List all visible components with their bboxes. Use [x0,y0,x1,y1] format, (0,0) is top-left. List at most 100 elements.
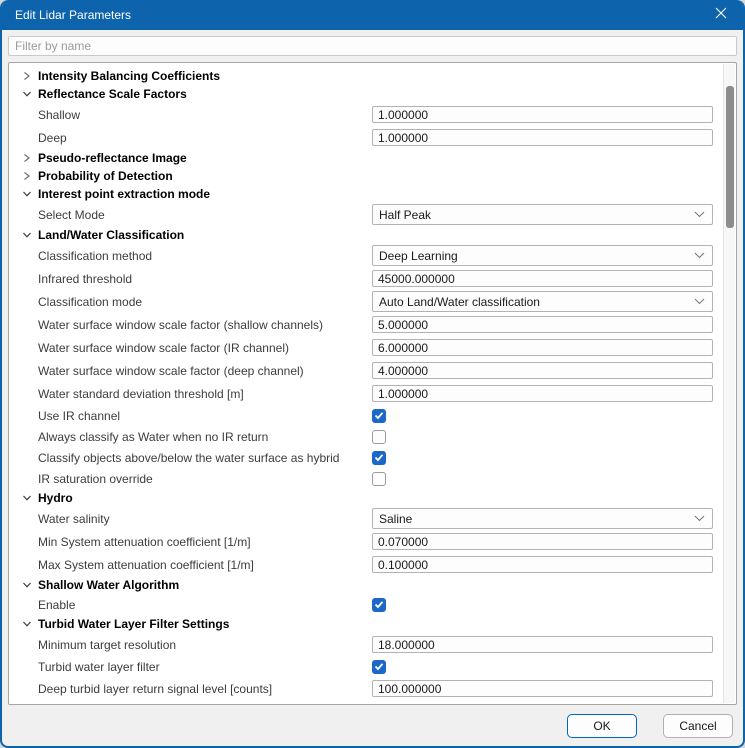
checkbox-checked[interactable] [372,451,386,465]
parameter-row: Water standard deviation threshold [m] [9,382,722,405]
parameter-label: Water surface window scale factor (IR ch… [38,341,289,355]
checkmark-icon [374,411,384,420]
value-input[interactable] [372,680,713,697]
dropdown-select[interactable]: Half Peak [372,204,713,225]
parameter-row: Use IR channel [9,405,722,426]
parameter-row: Select ModeHalf Peak [9,203,722,226]
group-row: Turbid Water Layer Filter Settings [9,615,722,633]
parameter-row: Water salinity Saline [9,507,722,530]
parameter-label: Water surface window scale factor (deep … [38,364,304,378]
close-icon [715,6,727,24]
group-label: Pseudo-reflectance Image [38,151,187,165]
chevron-right-icon[interactable] [20,171,34,181]
group-row: Hydro [9,489,722,507]
parameter-control [372,472,713,486]
checkbox-checked[interactable] [372,660,386,674]
dropdown-selected-value: Saline [379,512,694,526]
value-input[interactable] [372,129,713,146]
value-input[interactable] [372,362,713,379]
parameter-row: Minimum target resolution [9,633,722,656]
chevron-down-icon[interactable] [20,231,34,239]
chevron-right-icon[interactable] [20,153,34,163]
parameter-label: Classification mode [38,295,142,309]
parameter-label: Use IR channel [38,409,120,423]
vertical-scrollbar[interactable] [723,64,735,703]
value-input[interactable] [372,339,713,356]
group-label: Turbid Water Layer Filter Settings [38,617,229,631]
parameter-row: Deep [9,126,722,149]
group-row: Probability of Detection [9,167,722,185]
chevron-down-icon[interactable] [20,90,34,98]
parameter-label: Classify objects above/below the water s… [38,451,339,465]
parameters-panel: Intensity Balancing CoefficientsReflecta… [8,62,737,705]
parameter-label: Water surface window scale factor (shall… [38,318,323,332]
chevron-right-icon[interactable] [20,71,34,81]
parameter-label: Min System attenuation coefficient [1/m] [38,535,251,549]
parameter-rows: Intensity Balancing CoefficientsReflecta… [9,67,736,700]
group-label: Shallow Water Algorithm [38,578,179,592]
chevron-down-icon[interactable] [20,620,34,628]
parameter-label: Always classify as Water when no IR retu… [38,430,268,444]
value-input[interactable] [372,556,713,573]
parameter-control [372,409,713,423]
value-input[interactable] [372,385,713,402]
dropdown-select[interactable]: Auto Land/Water classification [372,291,713,312]
chevron-down-icon [694,298,705,305]
parameter-row: Shallow [9,103,722,126]
dropdown-select[interactable]: Saline [372,508,713,529]
parameter-control [372,129,713,146]
close-button[interactable] [698,0,743,30]
checkbox-unchecked[interactable] [372,472,386,486]
cancel-button[interactable]: Cancel [663,714,733,738]
value-input[interactable] [372,533,713,550]
parameter-row: Classify objects above/below the water s… [9,447,722,468]
chevron-down-icon [694,211,705,218]
parameter-row: Infrared threshold [9,267,722,290]
parameter-control [372,385,713,402]
ok-button[interactable]: OK [567,714,637,738]
group-row: Reflectance Scale Factors [9,85,722,103]
checkbox-checked[interactable] [372,598,386,612]
group-row: Shallow Water Algorithm [9,576,722,594]
group-label: Probability of Detection [38,169,173,183]
parameter-control [372,660,713,674]
chevron-down-icon[interactable] [20,581,34,589]
checkmark-icon [374,600,384,609]
group-row: Intensity Balancing Coefficients [9,67,722,85]
parameter-control [372,680,713,697]
parameter-label: Turbid water layer filter [38,660,160,674]
parameter-label: Water salinity [38,512,110,526]
chevron-down-icon[interactable] [20,190,34,198]
checkbox-unchecked[interactable] [372,430,386,444]
parameter-row: Water surface window scale factor (deep … [9,359,722,382]
group-label: Hydro [38,491,73,505]
parameter-row: Water surface window scale factor (IR ch… [9,336,722,359]
value-input[interactable] [372,106,713,123]
parameter-label: Classification method [38,249,152,263]
title-bar: Edit Lidar Parameters [2,0,743,30]
parameter-row: Min System attenuation coefficient [1/m] [9,530,722,553]
button-row: OK Cancel [8,705,737,747]
dropdown-select[interactable]: Deep Learning [372,245,713,266]
parameter-control [372,430,713,444]
chevron-down-icon[interactable] [20,494,34,502]
parameter-row: Classification method Deep Learning [9,244,722,267]
parameter-row: IR saturation override [9,468,722,489]
parameter-label: IR saturation override [38,472,153,486]
parameter-label: Deep turbid layer return signal level [c… [38,682,272,696]
checkmark-icon [374,662,384,671]
filter-input[interactable] [8,36,737,56]
dialog-body: Intensity Balancing CoefficientsReflecta… [2,30,743,747]
parameter-row: Always classify as Water when no IR retu… [9,426,722,447]
dropdown-selected-value: Auto Land/Water classification [379,295,694,309]
parameter-control [372,106,713,123]
parameter-control [372,316,713,333]
parameter-row: Max System attenuation coefficient [1/m] [9,553,722,576]
value-input[interactable] [372,636,713,653]
scrollbar-thumb[interactable] [726,86,734,228]
dropdown-selected-value: Deep Learning [379,249,694,263]
checkbox-checked[interactable] [372,409,386,423]
value-input[interactable] [372,316,713,333]
parameter-control [372,362,713,379]
value-input[interactable] [372,270,713,287]
